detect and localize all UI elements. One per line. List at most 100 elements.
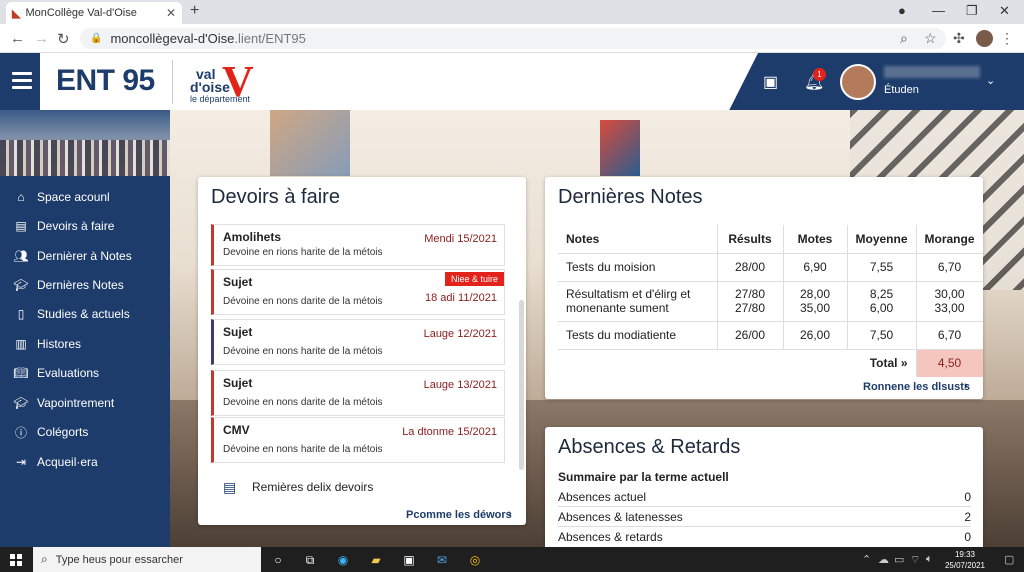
- logout-icon: ⇥: [15, 455, 27, 469]
- clock-date: 25/07/2021: [944, 561, 986, 570]
- extensions-icon[interactable]: ✣: [953, 30, 965, 47]
- homework-item[interactable]: Sujet Dévoine en nons darite de la métoi…: [211, 269, 505, 315]
- mail-icon[interactable]: ✉: [434, 552, 450, 568]
- grade-name: Résultatism et d'élirg et monenante sume…: [558, 281, 717, 322]
- absence-value: 2: [964, 510, 971, 524]
- battery-icon[interactable]: ▭: [894, 553, 904, 566]
- edge-icon[interactable]: ◉: [335, 552, 351, 568]
- browser-menu-icon[interactable]: ⋮: [1000, 30, 1014, 47]
- logo-line3: le département: [190, 94, 251, 104]
- chrome-icon[interactable]: ◎: [467, 552, 483, 568]
- list-item: Absences & retards 0: [558, 527, 971, 547]
- sidebar-item-label: Dernières Notes: [37, 278, 124, 292]
- restore-icon[interactable]: ❐: [966, 3, 978, 19]
- chevron-right-icon[interactable]: ›: [964, 380, 968, 392]
- file-explorer-icon[interactable]: ▰: [368, 552, 384, 568]
- new-tab-icon[interactable]: +: [190, 2, 199, 20]
- homework-item[interactable]: Amolihets Devoine en rions harite de la …: [211, 224, 505, 266]
- absence-label: Absences & latenesses: [558, 510, 683, 524]
- sidebar-item-appointments[interactable]: 🎓︎ Vapointrement: [0, 390, 170, 416]
- volume-icon[interactable]: 🔈︎: [926, 553, 933, 566]
- grades-card-title: Dernières Notes: [558, 186, 703, 208]
- homework-description: Dévoine en nons darite de la métois: [223, 296, 383, 307]
- homework-item[interactable]: Sujet Dévoine en nons harite de la métoi…: [211, 319, 505, 365]
- absences-subtitle: Summaire par la terme actuell: [558, 470, 729, 484]
- cloud-icon[interactable]: ☁: [878, 553, 889, 566]
- grades-card: Dernières Notes Notes Résults Motes Moye…: [545, 177, 983, 399]
- sidebar-item-label: Colégorts: [37, 425, 89, 439]
- sidebar-item-label: Devoirs à faire: [37, 219, 115, 233]
- browser-tab[interactable]: ◣ MonCollège Val-d'Oise ✕: [6, 2, 182, 24]
- sidebar-item-home[interactable]: ⌂ Space acounl: [0, 184, 170, 210]
- list-item: Absences & latenesses 2: [558, 507, 971, 527]
- profile-menu-icon[interactable]: ●: [898, 3, 906, 18]
- homework-due-date: Mendi 15/2021: [424, 233, 497, 245]
- lock-icon: 🔒: [90, 33, 103, 44]
- windows-start-icon[interactable]: [10, 554, 22, 566]
- homework-scrollbar[interactable]: [519, 300, 524, 470]
- cortana-icon[interactable]: ○: [270, 552, 286, 568]
- sidebar-item-notes[interactable]: 👥︎ Dernièrer à Notes: [0, 243, 170, 269]
- tray-chevron-icon[interactable]: ⌃: [862, 553, 871, 566]
- forward-icon[interactable]: →: [34, 30, 49, 47]
- sidebar-item-label: Evaluations: [37, 366, 100, 380]
- clock-time: 19:33: [954, 550, 976, 559]
- clipboard-icon: ▤: [15, 219, 27, 233]
- grade-name: Tests du modiatiente: [558, 321, 717, 350]
- reload-icon[interactable]: ↻: [57, 30, 70, 48]
- val-doise-logo[interactable]: V val d'oise le département: [188, 57, 278, 106]
- map-icon[interactable]: ▣: [763, 72, 778, 92]
- close-window-icon[interactable]: ✕: [999, 3, 1010, 19]
- sidebar-item-colleagues[interactable]: ⓘ Colégorts: [0, 419, 170, 445]
- store-icon[interactable]: ▣: [401, 552, 417, 568]
- chevron-right-icon[interactable]: ›: [508, 508, 512, 520]
- browser-profile-avatar[interactable]: [976, 30, 993, 47]
- taskbar-search-input[interactable]: ⌕ Type heus pour essarcher: [33, 547, 261, 572]
- close-tab-icon[interactable]: ✕: [166, 6, 176, 20]
- column-header: Morange: [915, 225, 983, 254]
- url-field[interactable]: 🔒 moncollègeval-d'Oise .lient/ENT95: [80, 28, 946, 49]
- column-header: Moyenne: [846, 225, 917, 254]
- sidebar-item-evaluations[interactable]: 📖︎ Evaluations: [0, 360, 170, 386]
- sidebar-item-logout[interactable]: ⇥ Acqueil·era: [0, 449, 170, 475]
- school-group-photo: [0, 110, 170, 176]
- task-view-icon[interactable]: ⧉: [302, 552, 318, 568]
- sidebar-item-history[interactable]: ▥ Histores: [0, 331, 170, 357]
- chevron-down-icon[interactable]: ⌄: [986, 74, 995, 87]
- homework-due-date: La dtonme 15/2021: [402, 426, 497, 438]
- search-icon: ⌕: [41, 552, 48, 566]
- system-clock[interactable]: 19:33 25/07/2021: [940, 549, 990, 571]
- grade-cell: 8,25 6,00: [846, 281, 917, 322]
- browser-tab-strip: ◣ MonCollège Val-d'Oise ✕ + ● — ❐ ✕: [0, 0, 1024, 24]
- minimize-icon[interactable]: —: [932, 3, 945, 18]
- more-homework-link[interactable]: Pcomme les déwors: [406, 509, 512, 521]
- notification-badge: 1: [813, 68, 826, 81]
- homework-due-date: Lauge 13/2021: [423, 379, 497, 391]
- brand-title[interactable]: ENT 95: [56, 64, 155, 98]
- homework-item[interactable]: CMV Dévoine en nons harite de la métois …: [211, 417, 505, 463]
- user-avatar[interactable]: [840, 64, 876, 100]
- homework-card: Devoirs à faire Amolihets Devoine en rio…: [198, 177, 526, 525]
- homework-description: Dévoine en nons harite de la métois: [223, 444, 383, 455]
- sidebar-item-studies[interactable]: ▯ Studies & actuels: [0, 301, 170, 327]
- column-header: Notes: [558, 225, 717, 254]
- bookmark-star-icon[interactable]: ☆: [924, 30, 937, 47]
- network-icon[interactable]: ⌔: [910, 553, 920, 567]
- zoom-icon[interactable]: ⌕: [900, 30, 908, 47]
- brand-divider: [172, 60, 173, 104]
- logo-line2: d'oise: [190, 79, 230, 95]
- homework-subject: Sujet: [223, 376, 253, 390]
- sidebar-item-latest-grades[interactable]: 🎓︎ Dernières Notes: [0, 272, 170, 298]
- more-grades-link[interactable]: Ronnene les dlsusts: [863, 381, 970, 393]
- all-homework-button[interactable]: Remières delix devoirs: [252, 480, 373, 494]
- hamburger-menu-icon[interactable]: [12, 72, 32, 93]
- notifications-center-icon[interactable]: ▢: [1004, 553, 1014, 566]
- address-bar-row: ← → ↻ 🔒 moncollègeval-d'Oise .lient/ENT95…: [0, 24, 1024, 53]
- book-icon: 📖︎: [13, 366, 29, 380]
- sidebar-item-label: Space acounl: [37, 190, 110, 204]
- site-favicon-icon: ◣: [12, 7, 21, 20]
- sidebar-item-homework[interactable]: ▤ Devoirs à faire: [0, 213, 170, 239]
- total-value: 4,50: [915, 349, 983, 377]
- homework-item[interactable]: Sujet Devoine en nons darite de la métoi…: [211, 370, 505, 416]
- back-icon[interactable]: ←: [10, 30, 25, 47]
